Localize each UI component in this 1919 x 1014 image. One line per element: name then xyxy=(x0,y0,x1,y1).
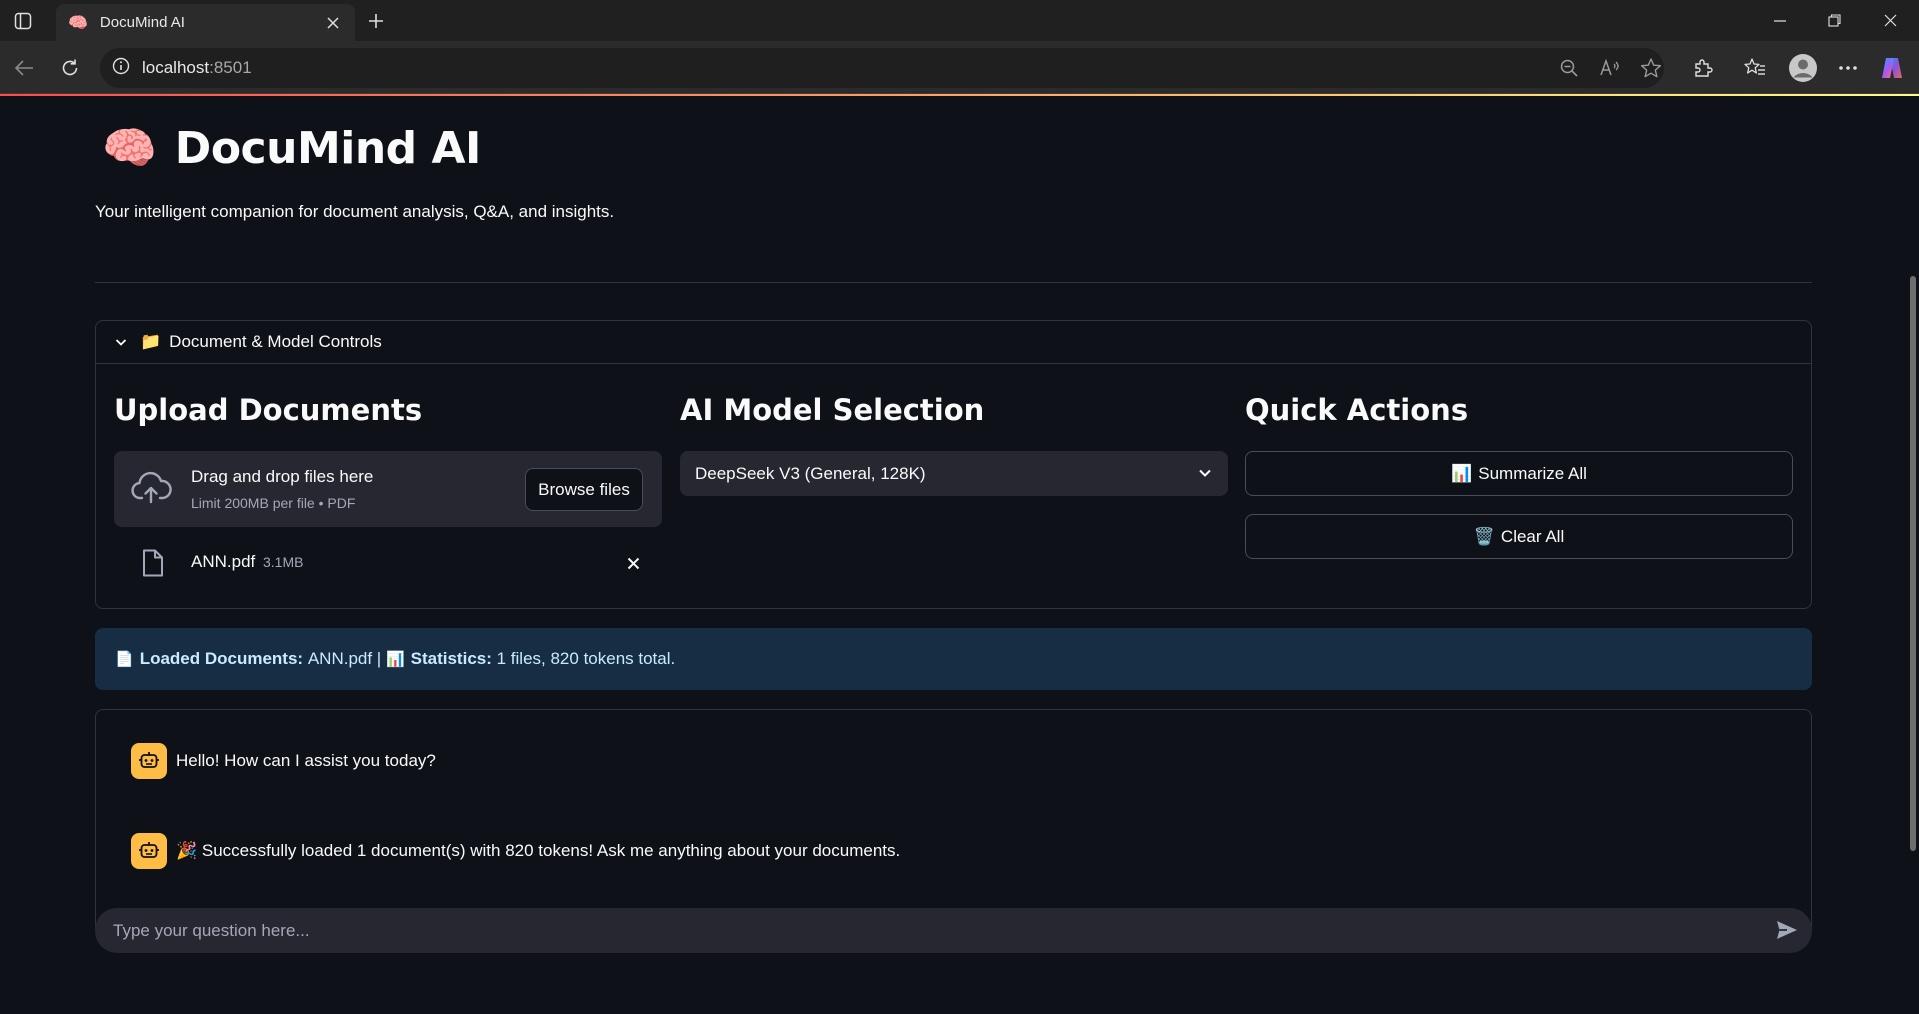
url-port: :8501 xyxy=(209,58,252,77)
reload-icon[interactable] xyxy=(56,54,84,82)
brain-icon: 🧠 xyxy=(102,124,157,173)
page-subtitle: Your intelligent companion for document … xyxy=(95,202,615,221)
file-dropzone[interactable]: Drag and drop files here Limit 200MB per… xyxy=(114,451,662,527)
model-select[interactable]: DeepSeek V3 (General, 128K) xyxy=(680,451,1228,496)
trash-icon: 🗑️ xyxy=(1473,526,1495,546)
url-host: localhost xyxy=(142,58,210,77)
brain-favicon-icon: 🧠 xyxy=(68,14,88,32)
chat-message-text: Hello! How can I assist you today? xyxy=(176,751,436,770)
site-info-icon[interactable] xyxy=(112,57,130,80)
bot-avatar-icon xyxy=(131,833,167,869)
remove-file-icon[interactable] xyxy=(623,553,643,573)
read-aloud-icon[interactable] xyxy=(1597,55,1623,81)
zoom-icon[interactable] xyxy=(1556,55,1582,81)
favorite-star-icon[interactable] xyxy=(1638,55,1664,81)
clear-all-button[interactable]: 🗑️ Clear All xyxy=(1245,514,1793,559)
more-options-icon[interactable] xyxy=(1834,54,1862,82)
chevron-down-icon xyxy=(112,333,130,351)
document-icon: 📄 xyxy=(115,651,134,668)
restore-icon[interactable] xyxy=(1806,0,1862,41)
statistics-label: Statistics: xyxy=(410,649,492,668)
back-arrow-icon[interactable] xyxy=(10,54,38,82)
clear-all-label: Clear All xyxy=(1500,526,1565,546)
address-bar[interactable]: localhost:8501 xyxy=(100,48,1664,88)
dropzone-instruction: Drag and drop files here xyxy=(191,467,374,486)
statistics-icon: 📊 xyxy=(385,651,405,668)
upload-heading: Upload Documents xyxy=(114,393,423,427)
file-icon xyxy=(142,549,164,582)
summarize-all-label: Summarize All xyxy=(1478,463,1587,483)
summarize-all-button[interactable]: 📊 Summarize All xyxy=(1245,451,1793,496)
page-title: DocuMind AI xyxy=(174,122,482,174)
expander-header[interactable]: 📁 Document & Model Controls xyxy=(96,321,1811,364)
app-title: 🧠 DocuMind AI xyxy=(102,122,481,174)
loaded-value: ANN.pdf | xyxy=(307,649,382,668)
favorites-list-icon[interactable] xyxy=(1741,54,1769,82)
chat-message: 🎉 Successfully loaded 1 document(s) with… xyxy=(131,833,900,869)
model-heading: AI Model Selection xyxy=(680,393,985,427)
chat-message: Hello! How can I assist you today? xyxy=(131,743,436,779)
close-tab-icon[interactable] xyxy=(323,13,343,33)
divider xyxy=(95,282,1812,283)
browser-toolbar: localhost:8501 xyxy=(0,41,1919,94)
document-info-banner: 📄 Loaded Documents: ANN.pdf | 📊 Statisti… xyxy=(95,628,1812,690)
close-window-icon[interactable] xyxy=(1862,0,1918,41)
chat-input[interactable] xyxy=(113,908,1753,953)
minimize-icon[interactable] xyxy=(1752,0,1808,41)
new-tab-icon[interactable] xyxy=(364,9,388,33)
chat-container[interactable]: Hello! How can I assist you today? 🎉 Suc… xyxy=(95,709,1812,929)
browser-tab[interactable]: 🧠 DocuMind AI xyxy=(56,4,355,41)
bar-chart-icon: 📊 xyxy=(1451,463,1473,483)
chevron-down-icon xyxy=(1196,464,1214,487)
browser-tab-bar: 🧠 DocuMind AI xyxy=(0,0,1919,41)
uploaded-file-item: ANN.pdf 3.1MB xyxy=(114,543,662,583)
chat-input-bar xyxy=(95,908,1812,953)
browse-files-button[interactable]: Browse files xyxy=(525,468,643,511)
expander-label: Document & Model Controls xyxy=(169,332,382,351)
url-text: localhost:8501 xyxy=(142,58,252,78)
quick-actions-heading: Quick Actions xyxy=(1245,393,1469,427)
cloud-upload-icon xyxy=(130,471,172,512)
bot-avatar-icon xyxy=(131,743,167,779)
file-size: 3.1MB xyxy=(263,554,304,570)
model-selected-value: DeepSeek V3 (General, 128K) xyxy=(695,463,926,483)
statistics-value: 1 files, 820 tokens total. xyxy=(496,649,676,668)
copilot-icon[interactable] xyxy=(1878,54,1906,82)
folder-icon: 📁 xyxy=(140,332,162,351)
scrollbar-thumb[interactable] xyxy=(1910,276,1916,851)
extensions-icon[interactable] xyxy=(1689,54,1717,82)
tab-title: DocuMind AI xyxy=(99,14,185,31)
profile-avatar-icon[interactable] xyxy=(1786,51,1820,85)
loaded-label: Loaded Documents: xyxy=(139,649,304,668)
page-scrollbar[interactable] xyxy=(1905,96,1919,1014)
send-icon[interactable] xyxy=(1776,920,1798,945)
chat-message-text: 🎉 Successfully loaded 1 document(s) with… xyxy=(176,841,901,860)
tab-actions-icon[interactable] xyxy=(12,10,34,32)
file-name: ANN.pdf xyxy=(191,552,256,571)
dropzone-limit: Limit 200MB per file • PDF xyxy=(191,495,356,511)
